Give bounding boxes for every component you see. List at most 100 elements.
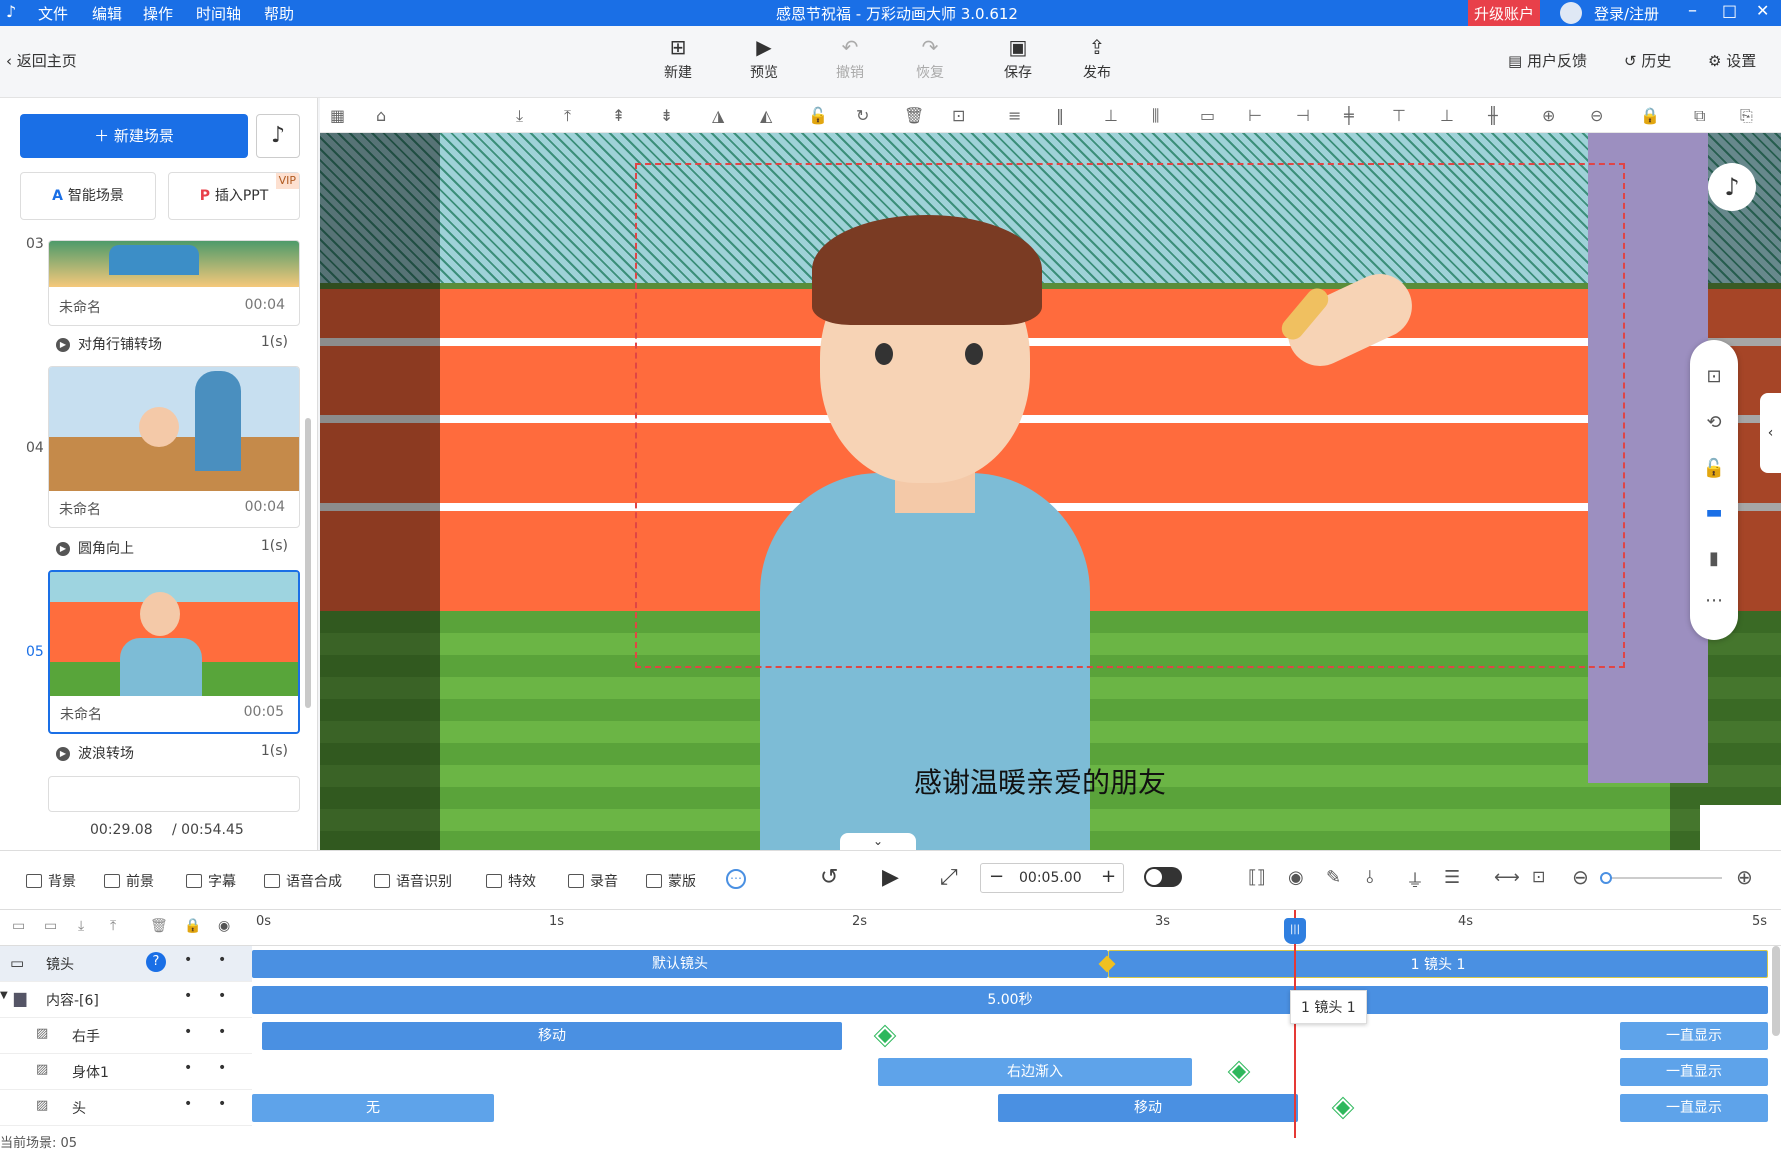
maximize-icon[interactable]: □ — [1722, 1, 1737, 20]
center-v-icon[interactable]: ╫ — [1488, 106, 1498, 125]
transition-04[interactable]: ▶ 圆角向上 1(s) — [56, 538, 300, 562]
align-center-icon[interactable]: ≡ — [1008, 106, 1021, 125]
body-always-show[interactable]: 一直显示 — [1620, 1058, 1768, 1086]
right-hand-move-bar[interactable]: 移动 — [262, 1022, 842, 1050]
right-hand-always-show[interactable]: 一直显示 — [1620, 1022, 1768, 1050]
scene-card-05[interactable]: 未命名 00:05 — [48, 570, 300, 734]
move-down-icon[interactable]: ⤓ — [516, 106, 523, 126]
mask-button[interactable]: 蒙版 — [646, 871, 696, 891]
lock-icon[interactable]: 🔒 — [1640, 106, 1660, 125]
menu-timeline[interactable]: 时间轴 — [196, 3, 241, 24]
head-move-bar[interactable]: 移动 — [998, 1094, 1298, 1122]
zoom-out-icon[interactable]: ⊖ — [1572, 865, 1589, 889]
music-note-icon[interactable]: ♪ — [1708, 163, 1756, 211]
track-head[interactable]: ▨ 头 • • — [0, 1090, 252, 1126]
align-bottom-icon[interactable]: ⊥ — [1104, 106, 1118, 125]
align-top-icon[interactable]: ⊤ — [1392, 106, 1406, 125]
menu-file[interactable]: 文件 — [38, 3, 68, 24]
insert-ppt-button[interactable]: P 插入PPT VIP — [168, 172, 300, 220]
zoom-in-icon[interactable]: ⊕ — [1736, 865, 1753, 889]
transition-03[interactable]: ▶ 对角行铺转场 1(s) — [56, 334, 300, 358]
record-button[interactable]: 录音 — [568, 871, 618, 891]
new-scene-button[interactable]: ＋ 新建场景 — [20, 114, 248, 158]
save-button[interactable]: ▣ 保存 — [988, 36, 1048, 82]
subtitle-text[interactable]: 感谢温暖亲爱的朋友 — [790, 761, 1290, 801]
align-base-icon[interactable]: ⊥ — [1440, 106, 1454, 125]
upgrade-button[interactable]: 升级账户 — [1468, 0, 1541, 26]
minus-icon[interactable]: − — [989, 866, 1004, 887]
paste-icon[interactable]: ⎘ — [1740, 106, 1753, 126]
fit-icon[interactable]: ⊡ — [952, 106, 965, 125]
menu-operate[interactable]: 操作 — [143, 3, 173, 24]
delete-icon[interactable]: 🗑 — [904, 106, 924, 125]
time-value[interactable]: 00:05.00 — [1019, 870, 1082, 886]
move-up-icon[interactable]: ⤒ — [110, 918, 116, 934]
play-icon[interactable]: ▶ — [882, 865, 899, 890]
move-bottom-icon[interactable]: ⇟ — [660, 106, 673, 125]
tts-button[interactable]: 语音合成 — [264, 871, 342, 891]
eye-icon[interactable]: ◉ — [218, 918, 230, 934]
plus-icon[interactable]: + — [1101, 866, 1116, 887]
head-always-show[interactable]: 一直显示 — [1620, 1094, 1768, 1122]
delete-icon[interactable]: 🗑 — [150, 918, 168, 934]
undo-button[interactable]: ↶ 撤销 — [820, 36, 880, 82]
replay-icon[interactable]: ↺ — [820, 865, 838, 890]
move-down-icon[interactable]: ⤓ — [78, 918, 84, 934]
time-ruler[interactable]: 0s 1s 2s 3s 4s 5s — [252, 910, 1781, 946]
align-middle-icon[interactable]: ‖ — [1056, 106, 1064, 125]
publish-button[interactable]: ⇪ 发布 — [1067, 36, 1127, 82]
menu-edit[interactable]: 编辑 — [92, 3, 122, 24]
split-icon[interactable]: ⫰ — [1366, 867, 1374, 888]
back-home-button[interactable]: ‹ 返回主页 — [6, 50, 77, 71]
copy-icon[interactable]: ⧉ — [1694, 106, 1705, 126]
adjust-icon[interactable]: ☰ — [1444, 867, 1460, 888]
smart-scene-button[interactable]: A 智能场景 — [20, 172, 156, 220]
track-right-hand[interactable]: ▨ 右手 • • — [0, 1018, 252, 1054]
scene-card-04[interactable]: 未命名 00:04 — [48, 366, 300, 528]
feedback-button[interactable]: ▤ 用户反馈 — [1508, 50, 1587, 71]
keyframe-diamond[interactable] — [1333, 1098, 1353, 1118]
foreground-button[interactable]: 前景 — [104, 871, 154, 891]
new-button[interactable]: ⊞ 新建 — [648, 36, 708, 82]
zoom-out-icon[interactable]: ⊖ — [1590, 106, 1603, 125]
keyframe-diamond[interactable] — [875, 1026, 895, 1046]
camera-1-bar[interactable]: 1 镜头 1 — [1108, 950, 1768, 978]
playhead-handle[interactable]: ||| — [1284, 918, 1306, 944]
more-circle-icon[interactable]: ⋯ — [726, 869, 746, 889]
toggle-switch[interactable] — [1144, 867, 1182, 887]
track-body[interactable]: ▨ 身体1 • • — [0, 1054, 252, 1090]
history-button[interactable]: ↺ 历史 — [1624, 50, 1671, 71]
scene-card-03[interactable]: 未命名 00:04 — [48, 240, 300, 326]
rotate-icon[interactable]: ⟲ — [1702, 412, 1726, 433]
help-icon[interactable]: ? — [146, 952, 166, 972]
head-none-bar[interactable]: 无 — [252, 1094, 494, 1122]
timeline-scrollbar[interactable] — [1772, 946, 1780, 1036]
grid-icon[interactable]: ▦ — [330, 106, 345, 125]
monitor-icon[interactable]: ▬ — [1702, 502, 1726, 523]
body-enter-bar[interactable]: 右边渐入 — [878, 1058, 1192, 1086]
one-to-one-icon[interactable]: ⊡ — [1532, 867, 1545, 886]
filter-icon[interactable]: ⏚ — [1406, 867, 1424, 893]
home-icon[interactable]: ⌂ — [376, 106, 386, 125]
flip-horizontal-icon[interactable]: ◮ — [712, 106, 724, 125]
redo-button[interactable]: ↷ 恢复 — [900, 36, 960, 82]
time-stepper[interactable]: − 00:05.00 + — [980, 863, 1124, 893]
stage-canvas[interactable]: 感谢温暖亲爱的朋友 ♪ ‹ ⌄ — [320, 133, 1781, 850]
unlock-icon[interactable]: 🔓 — [808, 106, 828, 125]
login-button[interactable]: 登录/注册 — [1594, 3, 1659, 24]
zoom-in-icon[interactable]: ⊕ — [1542, 106, 1555, 125]
close-icon[interactable]: ✕ — [1756, 1, 1769, 20]
background-button[interactable]: 背景 — [26, 871, 76, 891]
chevron-down-icon[interactable]: ⌄ — [840, 833, 916, 850]
caret-down-icon[interactable]: ▼ — [0, 990, 8, 1001]
fit-width-icon[interactable]: ⟷ — [1494, 867, 1520, 888]
edit-icon[interactable]: ✎ — [1326, 867, 1341, 888]
fullscreen-icon[interactable]: ⤢ — [940, 865, 958, 890]
music-note-icon[interactable]: ♪ — [256, 114, 300, 158]
center-h-icon[interactable]: ╪ — [1344, 106, 1354, 125]
move-top-icon[interactable]: ⤒ — [564, 106, 571, 126]
folder-new-icon[interactable]: ▭ — [44, 918, 57, 934]
minimap[interactable] — [1700, 805, 1781, 850]
collapse-right-icon[interactable]: ‹ — [1760, 393, 1781, 473]
menu-help[interactable]: 帮助 — [264, 3, 294, 24]
